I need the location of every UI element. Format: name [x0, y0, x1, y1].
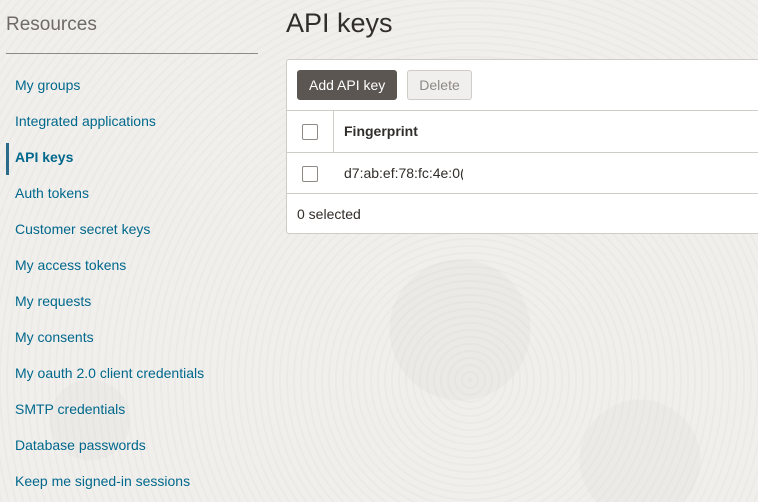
row-checkbox-cell [287, 153, 334, 193]
sidebar-item-my-groups[interactable]: My groups [6, 68, 266, 104]
selection-count: 0 selected [297, 206, 361, 222]
table-header-row: Fingerprint [287, 110, 758, 152]
sidebar-divider [6, 53, 258, 54]
sidebar-item-customer-secret-keys[interactable]: Customer secret keys [6, 212, 266, 248]
delete-button[interactable]: Delete [407, 70, 472, 100]
sidebar-item-auth-tokens[interactable]: Auth tokens [6, 176, 266, 212]
api-keys-panel: Add API key Delete Fingerprint d7:ab:ef:… [286, 59, 758, 234]
api-keys-table: Fingerprint d7:ab:ef:78:fc:4e:0( 0 selec… [287, 110, 758, 235]
header-checkbox-cell [287, 111, 334, 152]
column-header-fingerprint[interactable]: Fingerprint [344, 111, 464, 151]
sidebar-item-oauth-client-credentials[interactable]: My oauth 2.0 client credentials [6, 356, 266, 392]
select-all-checkbox[interactable] [302, 124, 318, 140]
row-select-checkbox[interactable] [302, 166, 318, 182]
sidebar-item-database-passwords[interactable]: Database passwords [6, 428, 266, 464]
page-title: API keys [286, 8, 393, 38]
table-footer: 0 selected [287, 193, 758, 235]
add-api-key-button[interactable]: Add API key [297, 70, 398, 100]
sidebar-item-api-keys[interactable]: API keys [6, 140, 266, 176]
sidebar-item-smtp-credentials[interactable]: SMTP credentials [6, 392, 266, 428]
sidebar-item-my-consents[interactable]: My consents [6, 320, 266, 356]
sidebar-item-signed-in-sessions[interactable]: Keep me signed-in sessions [6, 464, 266, 500]
sidebar-item-integrated-applications[interactable]: Integrated applications [6, 104, 266, 140]
toolbar: Add API key Delete [297, 70, 472, 100]
sidebar-nav: My groups Integrated applications API ke… [6, 68, 266, 500]
sidebar-title: Resources [6, 14, 97, 35]
sidebar-item-my-access-tokens[interactable]: My access tokens [6, 248, 266, 284]
redacted-area [463, 160, 651, 182]
table-row: d7:ab:ef:78:fc:4e:0( [287, 152, 758, 193]
sidebar-item-my-requests[interactable]: My requests [6, 284, 266, 320]
resources-sidebar: Resources My groups Integrated applicati… [0, 0, 270, 502]
fingerprint-value: d7:ab:ef:78:fc:4e:0( [344, 165, 464, 181]
